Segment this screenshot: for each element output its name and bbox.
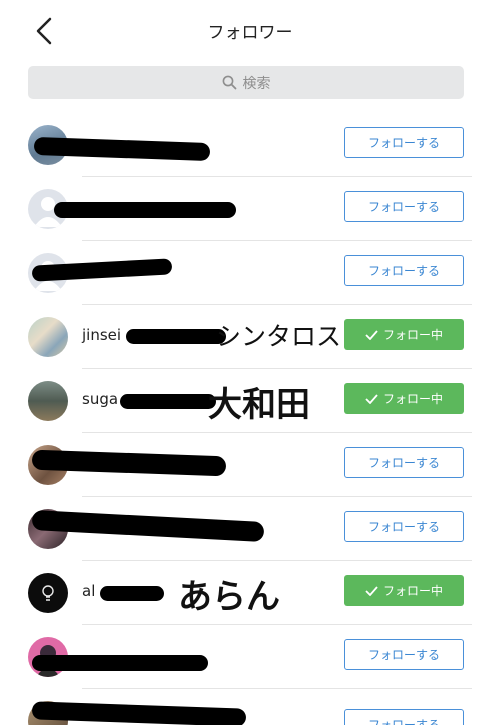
follow-button[interactable]: フォローする <box>344 255 464 286</box>
follower-row[interactable]: フォローする <box>18 241 482 305</box>
username[interactable]: suga <box>82 390 118 408</box>
app-frame: フォロワー 検索 フォローする フォローする フォローする jinsei シンタ… <box>18 0 482 725</box>
avatar[interactable] <box>28 317 68 357</box>
follower-row[interactable]: フォローする <box>18 497 482 561</box>
follow-button[interactable]: フォローする <box>344 511 464 542</box>
following-button[interactable]: フォロー中 <box>344 383 464 414</box>
search-icon <box>222 75 236 90</box>
follower-row[interactable]: jinsei シンタロス フォロー中 <box>18 305 482 369</box>
following-label: フォロー中 <box>382 328 443 342</box>
redaction-scribble <box>54 202 236 218</box>
name-annotation: あらん <box>178 577 280 617</box>
redaction-scribble <box>120 394 216 409</box>
follower-row[interactable]: フォローする <box>18 689 482 725</box>
search-placeholder: 検索 <box>242 75 271 92</box>
following-label: フォロー中 <box>382 392 443 406</box>
follow-button[interactable]: フォローする <box>344 709 464 725</box>
redaction-scribble <box>100 586 164 601</box>
follow-button[interactable]: フォローする <box>344 127 464 158</box>
search-bar[interactable]: 検索 <box>28 66 464 99</box>
follower-row[interactable]: フォローする <box>18 625 482 689</box>
follower-row[interactable]: フォローする <box>18 177 482 241</box>
redaction-scribble <box>31 509 265 543</box>
avatar[interactable] <box>28 573 68 613</box>
following-label: フォロー中 <box>382 584 443 598</box>
follow-button[interactable]: フォローする <box>344 639 464 670</box>
follower-row[interactable]: suga 大和田 フォロー中 <box>18 369 482 433</box>
username[interactable]: jinsei <box>82 326 121 344</box>
name-annotation: シンタロス <box>216 322 342 351</box>
lightbulb-avatar-icon <box>42 585 54 601</box>
avatar[interactable] <box>28 381 68 421</box>
redaction-scribble <box>32 655 208 671</box>
nav-header: フォロワー <box>18 0 482 60</box>
follow-button[interactable]: フォローする <box>344 191 464 222</box>
checkmark-icon <box>365 585 378 596</box>
redaction-scribble <box>126 329 226 344</box>
username[interactable]: al <box>82 582 95 600</box>
follower-row[interactable]: フォローする <box>18 113 482 177</box>
page-title: フォロワー <box>207 23 293 43</box>
follower-row[interactable]: フォローする <box>18 433 482 497</box>
follower-row[interactable]: al あらん フォロー中 <box>18 561 482 625</box>
follow-button[interactable]: フォローする <box>344 447 464 478</box>
checkmark-icon <box>365 393 378 404</box>
name-annotation: 大和田 <box>208 385 310 425</box>
checkmark-icon <box>365 329 378 340</box>
following-button[interactable]: フォロー中 <box>344 319 464 350</box>
following-button[interactable]: フォロー中 <box>344 575 464 606</box>
